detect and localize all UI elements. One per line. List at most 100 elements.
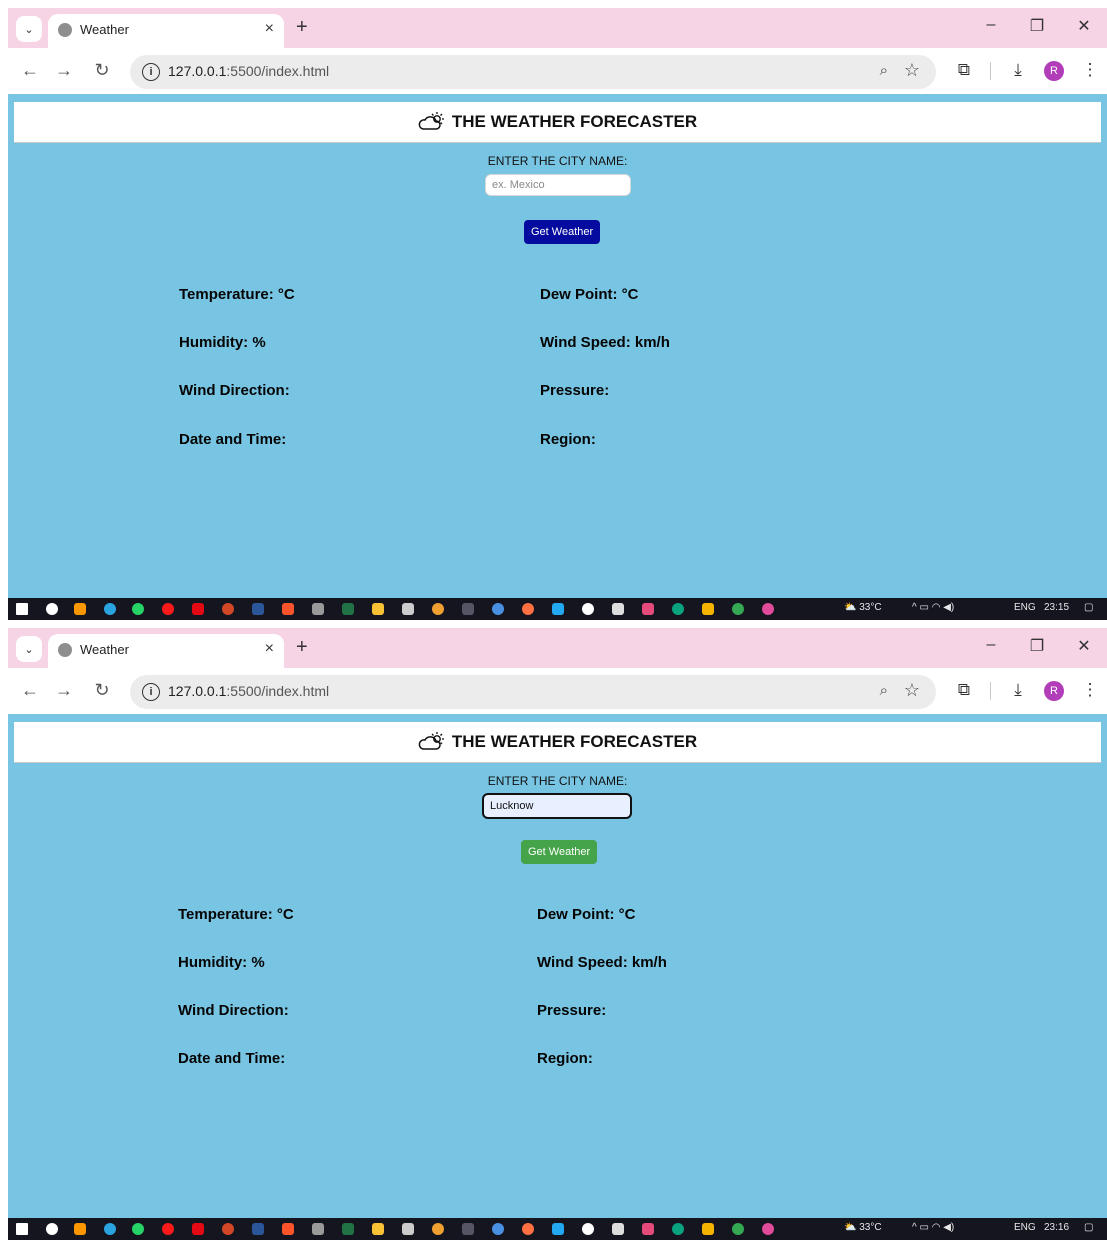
word-icon[interactable]	[252, 1223, 264, 1235]
app-icon[interactable]	[312, 1223, 324, 1235]
weather-widget[interactable]: ⛅ 33°C	[844, 1222, 882, 1233]
terminal-icon[interactable]	[462, 1223, 474, 1235]
close-window-button[interactable]: ✕	[1069, 636, 1099, 656]
edge-icon[interactable]	[672, 1223, 684, 1235]
system-tray-icons[interactable]: ^ ▭ ◠ ◀)	[912, 1222, 954, 1233]
chrome-profile-icon[interactable]	[762, 1223, 774, 1235]
zoom-icon[interactable]: ⌕	[880, 62, 888, 79]
reload-icon[interactable]: ↻	[90, 60, 114, 81]
more-menu-icon[interactable]: ⋮	[1078, 680, 1102, 700]
language-indicator[interactable]: ENG	[1014, 602, 1036, 613]
app-icon[interactable]	[582, 603, 594, 615]
excel-icon[interactable]	[342, 1223, 354, 1235]
whatsapp-icon[interactable]	[132, 1223, 144, 1235]
app-icon[interactable]	[642, 603, 654, 615]
profile-avatar[interactable]: R	[1044, 61, 1064, 81]
chrome-profile-icon[interactable]	[762, 603, 774, 615]
weather-widget[interactable]: ⛅ 33°C	[844, 602, 882, 613]
close-tab-icon[interactable]: ×	[265, 640, 274, 658]
app-icon[interactable]	[432, 603, 444, 615]
city-input[interactable]	[482, 793, 632, 819]
brave-icon[interactable]	[282, 1223, 294, 1235]
back-icon[interactable]: ←	[18, 60, 42, 81]
browser-tab[interactable]: Weather ×	[48, 14, 284, 48]
app-icon[interactable]	[522, 1223, 534, 1235]
extensions-icon[interactable]: ⧉	[952, 680, 976, 700]
back-icon[interactable]: ←	[18, 680, 42, 701]
app-icon[interactable]	[492, 1223, 504, 1235]
telegram-icon[interactable]	[104, 603, 116, 615]
tab-search-button[interactable]: ⌄	[16, 16, 42, 42]
notification-icon[interactable]: ▢	[1084, 1222, 1093, 1233]
app-icon[interactable]	[312, 603, 324, 615]
blender-icon[interactable]	[74, 603, 86, 615]
url-text[interactable]: 127.0.0.1:5500/index.html	[168, 683, 329, 699]
site-info-icon[interactable]: i	[142, 683, 160, 701]
zoom-icon[interactable]: ⌕	[880, 682, 888, 699]
powerpoint-icon[interactable]	[222, 1223, 234, 1235]
file-explorer-icon[interactable]	[372, 1223, 384, 1235]
app-icon[interactable]	[432, 1223, 444, 1235]
tab-search-button[interactable]: ⌄	[16, 636, 42, 662]
app-icon[interactable]	[582, 1223, 594, 1235]
chrome-icon[interactable]	[732, 1223, 744, 1235]
url-text[interactable]: 127.0.0.1:5500/index.html	[168, 63, 329, 79]
telegram-icon[interactable]	[104, 1223, 116, 1235]
address-bar[interactable]: i 127.0.0.1:5500/index.html ⌕ ☆	[130, 675, 936, 709]
new-tab-button[interactable]: +	[296, 636, 308, 659]
minimize-button[interactable]: –	[976, 16, 1006, 34]
word-icon[interactable]	[252, 603, 264, 615]
get-weather-button[interactable]: Get Weather	[521, 840, 598, 864]
language-indicator[interactable]: ENG	[1014, 1222, 1036, 1233]
app-icon[interactable]	[702, 1223, 714, 1235]
reload-icon[interactable]: ↻	[90, 680, 114, 701]
edge-icon[interactable]	[672, 603, 684, 615]
downloads-icon[interactable]: ⤓	[1006, 680, 1030, 700]
restore-button[interactable]: ❐	[1022, 16, 1052, 36]
app-icon[interactable]	[522, 603, 534, 615]
close-window-button[interactable]: ✕	[1069, 16, 1099, 36]
vscode-icon[interactable]	[552, 603, 564, 615]
notification-icon[interactable]: ▢	[1084, 602, 1093, 613]
blender-icon[interactable]	[74, 1223, 86, 1235]
start-icon[interactable]	[16, 603, 28, 615]
forward-icon[interactable]: →	[52, 60, 76, 81]
more-menu-icon[interactable]: ⋮	[1078, 60, 1102, 80]
whatsapp-icon[interactable]	[132, 603, 144, 615]
minimize-button[interactable]: –	[976, 636, 1006, 654]
chrome-icon[interactable]	[732, 603, 744, 615]
start-icon[interactable]	[16, 1223, 28, 1235]
new-tab-button[interactable]: +	[296, 16, 308, 39]
youtube-icon[interactable]	[162, 1223, 174, 1235]
netflix-icon[interactable]	[192, 603, 204, 615]
app-icon[interactable]	[642, 1223, 654, 1235]
notepad-icon[interactable]	[612, 1223, 624, 1235]
close-tab-icon[interactable]: ×	[265, 20, 274, 38]
media-player-icon[interactable]	[46, 603, 58, 615]
youtube-icon[interactable]	[162, 603, 174, 615]
get-weather-button[interactable]: Get Weather	[524, 220, 601, 244]
pdf-icon[interactable]	[402, 603, 414, 615]
restore-button[interactable]: ❐	[1022, 636, 1052, 656]
media-player-icon[interactable]	[46, 1223, 58, 1235]
bookmark-star-icon[interactable]: ☆	[904, 60, 920, 81]
app-icon[interactable]	[492, 603, 504, 615]
address-bar[interactable]: i 127.0.0.1:5500/index.html ⌕ ☆	[130, 55, 936, 89]
forward-icon[interactable]: →	[52, 680, 76, 701]
netflix-icon[interactable]	[192, 1223, 204, 1235]
profile-avatar[interactable]: R	[1044, 681, 1064, 701]
excel-icon[interactable]	[342, 603, 354, 615]
downloads-icon[interactable]: ⤓	[1006, 60, 1030, 80]
clock[interactable]: 23:16	[1044, 1222, 1069, 1233]
file-explorer-icon[interactable]	[372, 603, 384, 615]
pdf-icon[interactable]	[402, 1223, 414, 1235]
site-info-icon[interactable]: i	[142, 63, 160, 81]
extensions-icon[interactable]: ⧉	[952, 60, 976, 80]
powerpoint-icon[interactable]	[222, 603, 234, 615]
app-icon[interactable]	[702, 603, 714, 615]
bookmark-star-icon[interactable]: ☆	[904, 680, 920, 701]
system-tray-icons[interactable]: ^ ▭ ◠ ◀)	[912, 602, 954, 613]
browser-tab[interactable]: Weather ×	[48, 634, 284, 668]
clock[interactable]: 23:15	[1044, 602, 1069, 613]
notepad-icon[interactable]	[612, 603, 624, 615]
